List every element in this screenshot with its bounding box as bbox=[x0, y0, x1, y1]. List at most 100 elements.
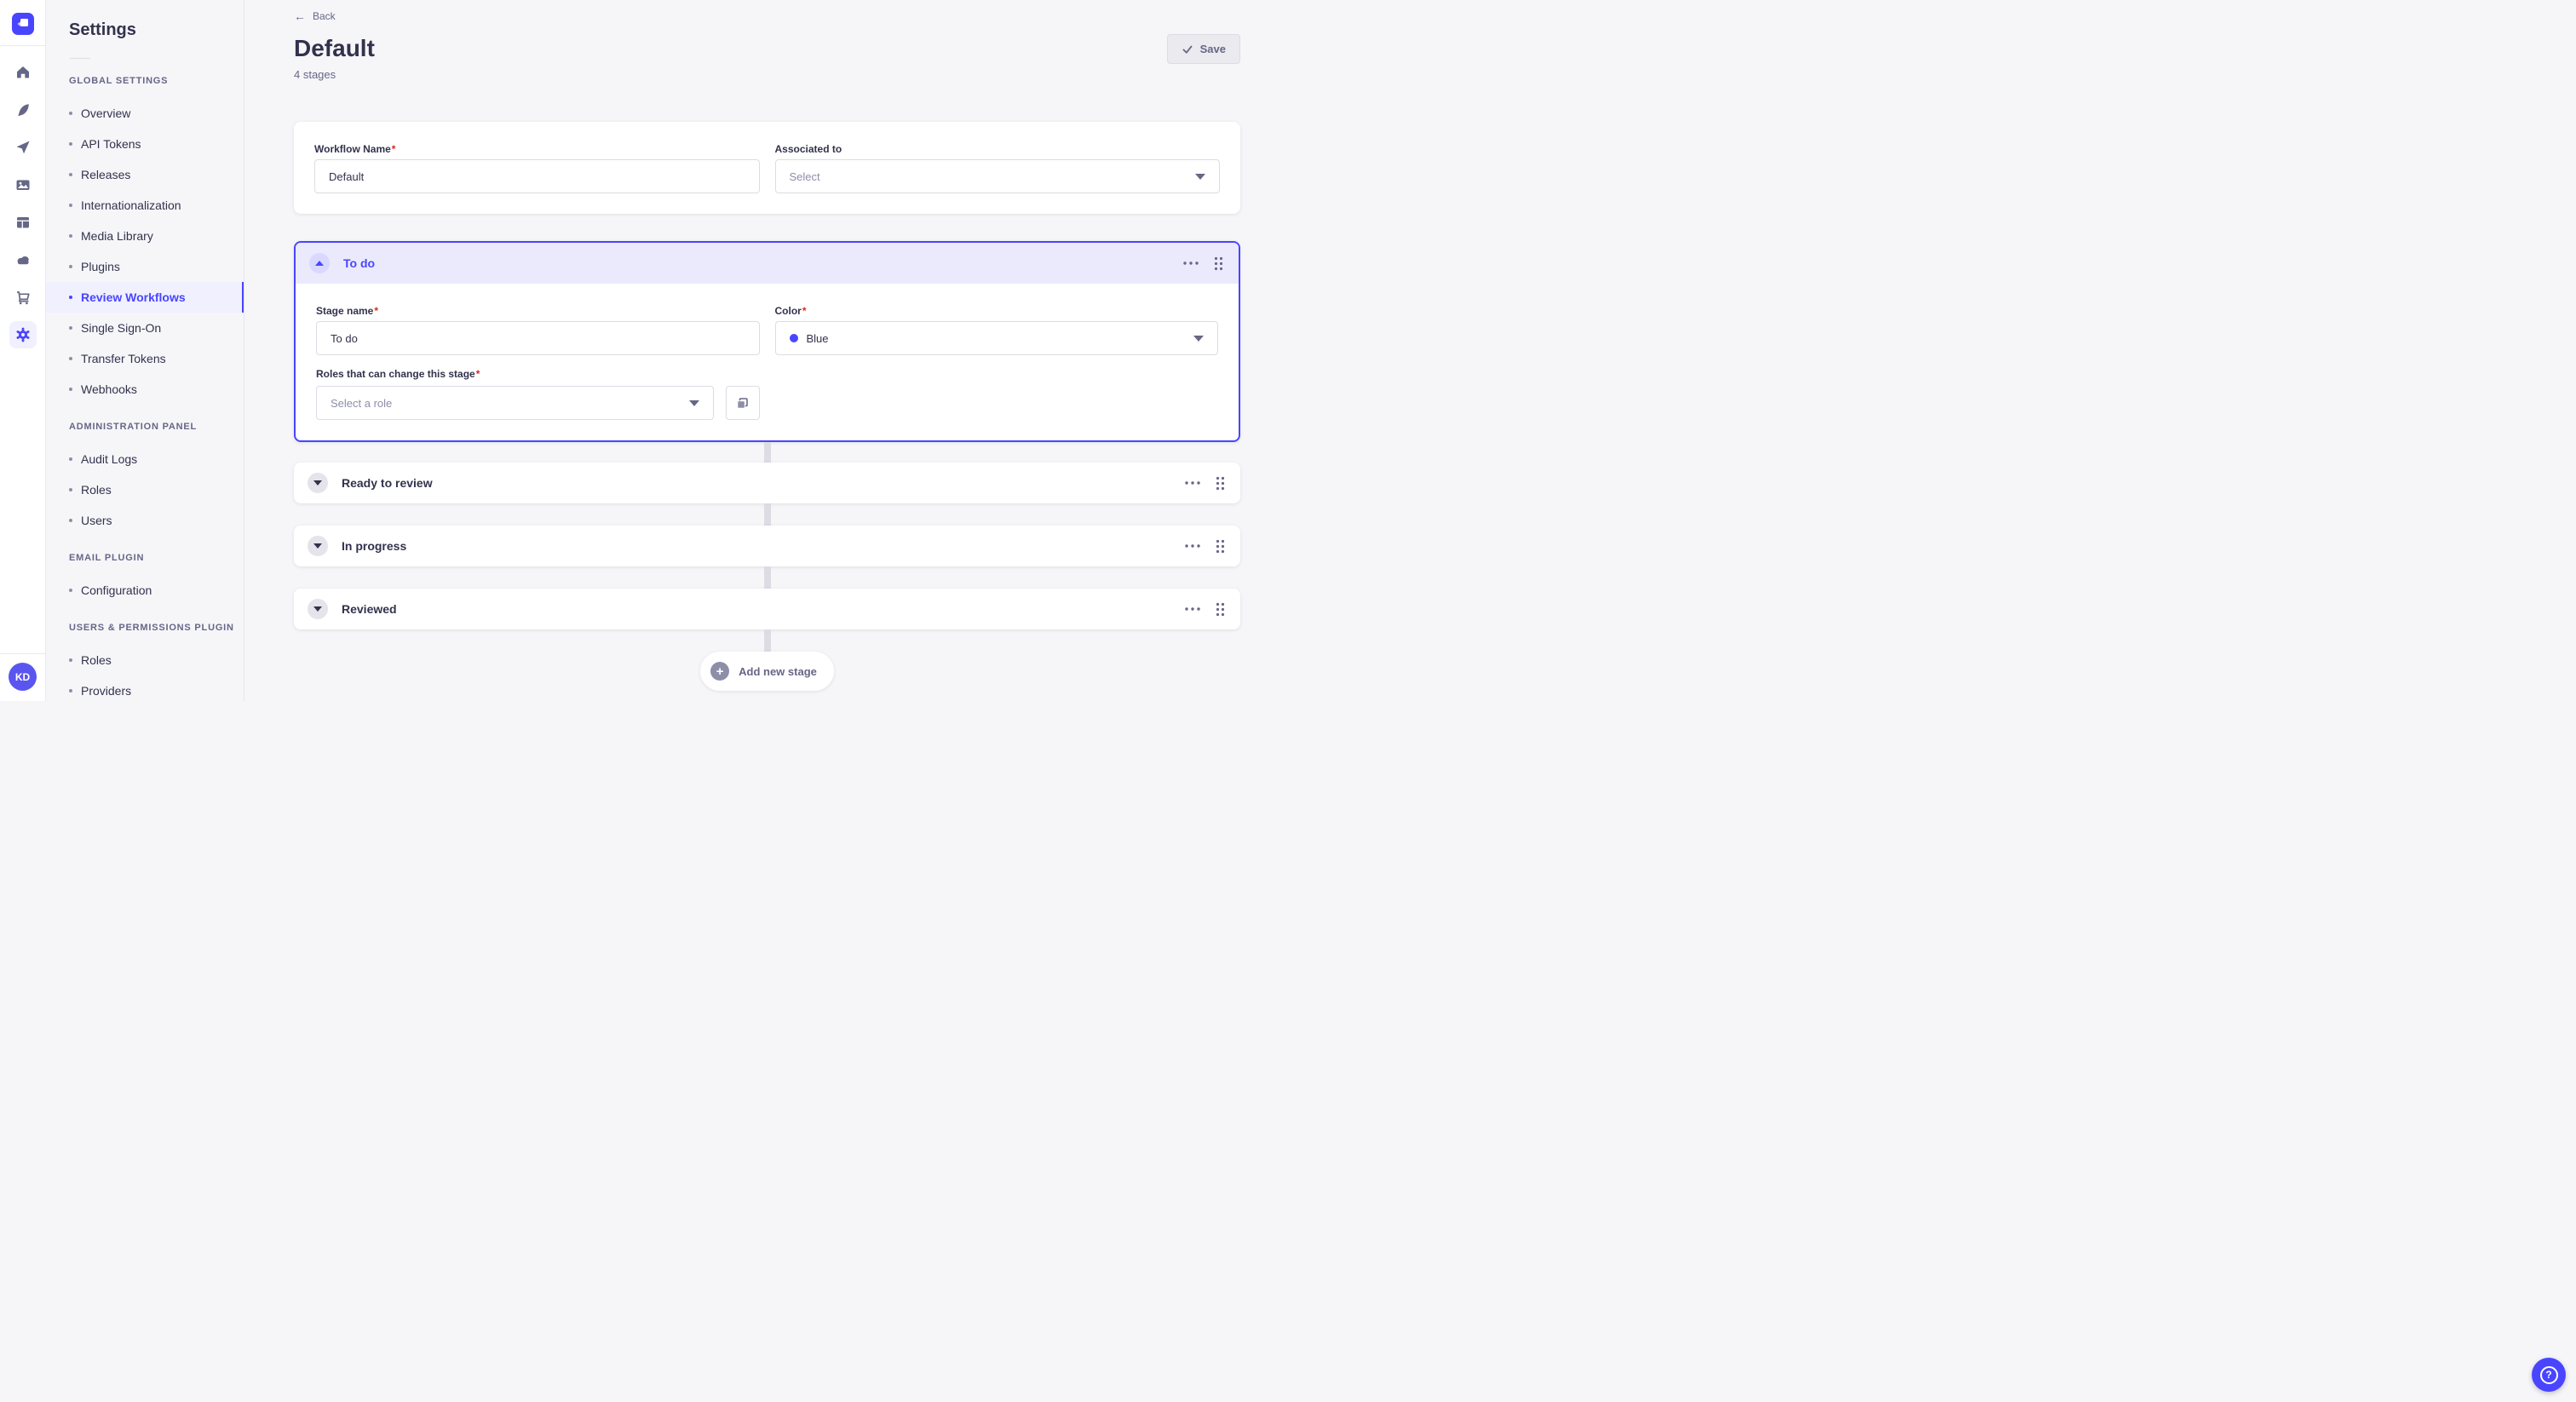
workflow-form-panel: Workflow Name* Default Associated to Sel… bbox=[294, 122, 1240, 214]
home-icon bbox=[16, 66, 29, 78]
stage-color-label: Color* bbox=[775, 304, 1219, 318]
stage-actions bbox=[1185, 476, 1225, 491]
layout-icon bbox=[16, 217, 29, 228]
section-label-administration-panel: ADMINISTRATION PANEL bbox=[69, 422, 198, 432]
stage-color-select[interactable]: Blue bbox=[774, 321, 1218, 355]
stage-header-to-do[interactable]: To do bbox=[296, 243, 1239, 284]
duplicate-icon bbox=[737, 397, 748, 409]
expand-button[interactable] bbox=[308, 599, 328, 619]
sidebar-item-overview[interactable]: Overview bbox=[46, 98, 244, 129]
save-label: Save bbox=[1199, 43, 1226, 55]
sidebar-item-label: Transfer Tokens bbox=[81, 352, 166, 365]
sidebar-item-plugins[interactable]: Plugins bbox=[46, 251, 244, 282]
workflow-name-label-text: Workflow Name bbox=[314, 143, 391, 155]
save-button[interactable]: Save bbox=[1166, 34, 1240, 64]
sidebar-title: Settings bbox=[69, 20, 136, 39]
bullet-icon bbox=[69, 112, 72, 115]
stage-card-ready-to-review[interactable]: Ready to review bbox=[294, 463, 1240, 503]
drag-dots-icon bbox=[1216, 602, 1225, 616]
ellipsis-icon bbox=[1183, 261, 1199, 265]
strapi-logo-glyph bbox=[17, 19, 28, 26]
stage-connector bbox=[763, 629, 771, 652]
stage-card-in-progress[interactable]: In progress bbox=[294, 526, 1240, 566]
strapi-logo-icon[interactable] bbox=[11, 13, 34, 35]
sidebar-item-label: API Tokens bbox=[81, 137, 141, 151]
back-label: Back bbox=[313, 10, 336, 22]
required-asterisk: * bbox=[802, 305, 807, 317]
associated-to-field: Associated to Select bbox=[774, 142, 1220, 193]
drag-handle[interactable] bbox=[1216, 602, 1225, 617]
rail-item-layout[interactable] bbox=[9, 209, 37, 236]
rail-item-deploy[interactable] bbox=[9, 134, 37, 161]
rail-item-settings[interactable] bbox=[9, 321, 37, 348]
sidebar-item-media-library[interactable]: Media Library bbox=[46, 221, 244, 251]
ellipsis-icon bbox=[1185, 544, 1200, 548]
expand-button[interactable] bbox=[308, 473, 328, 493]
sidebar-item-label: Webhooks bbox=[81, 382, 137, 396]
sidebar-item-api-tokens[interactable]: API Tokens bbox=[46, 129, 244, 159]
more-options-button[interactable] bbox=[1185, 481, 1200, 485]
associated-to-placeholder: Select bbox=[789, 170, 820, 183]
bullet-icon bbox=[69, 265, 72, 268]
more-options-button[interactable] bbox=[1185, 607, 1200, 611]
section-label-global-settings: GLOBAL SETTINGS bbox=[69, 76, 169, 86]
back-link[interactable]: ← Back bbox=[294, 9, 336, 24]
bullet-icon bbox=[69, 204, 72, 207]
sidebar-item-up-roles[interactable]: Roles bbox=[46, 645, 244, 675]
sidebar-item-up-providers[interactable]: Providers bbox=[46, 675, 244, 701]
stage-name-input[interactable]: To do bbox=[316, 321, 760, 355]
help-button[interactable]: ? bbox=[2532, 1358, 2566, 1392]
associated-to-select[interactable]: Select bbox=[774, 159, 1220, 193]
stage-actions bbox=[1185, 539, 1225, 554]
page-subtitle: 4 stages bbox=[294, 68, 336, 81]
feather-icon bbox=[17, 104, 29, 117]
sidebar-item-label: Users bbox=[81, 514, 112, 527]
more-options-button[interactable] bbox=[1183, 261, 1199, 265]
stage-connector bbox=[763, 503, 771, 526]
rail-item-cloud[interactable] bbox=[9, 246, 37, 273]
sidebar-item-audit-logs[interactable]: Audit Logs bbox=[46, 444, 244, 474]
stage-color-field: Color* Blue bbox=[774, 304, 1219, 355]
stage-actions bbox=[1183, 256, 1223, 271]
rail-item-content-type-builder[interactable] bbox=[9, 96, 37, 124]
sidebar-item-admin-roles[interactable]: Roles bbox=[46, 474, 244, 505]
drag-handle[interactable] bbox=[1216, 476, 1225, 491]
bullet-icon bbox=[69, 488, 72, 491]
more-options-button[interactable] bbox=[1185, 544, 1200, 548]
sidebar-item-internationalization[interactable]: Internationalization bbox=[46, 190, 244, 221]
required-asterisk: * bbox=[374, 305, 379, 317]
rail-item-marketplace[interactable] bbox=[9, 284, 37, 311]
stage-name-label-text: Stage name bbox=[316, 305, 374, 317]
sidebar-item-admin-users[interactable]: Users bbox=[46, 505, 244, 536]
apply-roles-to-all-stages-button[interactable] bbox=[725, 386, 760, 420]
page-header: Default 4 stages Save bbox=[294, 34, 1240, 82]
sidebar-item-releases[interactable]: Releases bbox=[46, 159, 244, 190]
workflow-name-input[interactable]: Default bbox=[314, 159, 760, 193]
rail-item-home[interactable] bbox=[9, 59, 37, 86]
sidebar-item-label: Single Sign-On bbox=[81, 321, 162, 335]
rail-item-media-library[interactable] bbox=[9, 171, 37, 198]
sidebar-item-label: Plugins bbox=[81, 260, 120, 273]
required-asterisk: * bbox=[475, 368, 480, 380]
sidebar-item-email-configuration[interactable]: Configuration bbox=[46, 575, 244, 606]
sidebar-list-users-permissions: Roles Providers bbox=[46, 645, 244, 701]
add-new-stage-button[interactable]: + Add new stage bbox=[700, 652, 834, 691]
collapse-button[interactable] bbox=[309, 253, 330, 273]
stage-title: Reviewed bbox=[342, 602, 397, 616]
drag-handle[interactable] bbox=[1216, 539, 1225, 554]
sidebar-item-webhooks[interactable]: Webhooks bbox=[46, 374, 244, 405]
expand-button[interactable] bbox=[308, 536, 328, 556]
section-label-email-plugin: EMAIL PLUGIN bbox=[69, 553, 145, 563]
sidebar-item-label: Internationalization bbox=[81, 198, 181, 212]
stage-connector bbox=[763, 566, 771, 589]
drag-handle[interactable] bbox=[1214, 256, 1223, 271]
stage-card-reviewed[interactable]: Reviewed bbox=[294, 589, 1240, 629]
stage-roles-select[interactable]: Select a role bbox=[316, 386, 714, 420]
sidebar-item-single-sign-on[interactable]: Single Sign-On bbox=[46, 313, 244, 343]
bullet-icon bbox=[69, 388, 72, 391]
sidebar-item-transfer-tokens[interactable]: Transfer Tokens bbox=[46, 343, 244, 374]
sidebar-item-review-workflows[interactable]: Review Workflows bbox=[46, 282, 244, 313]
bullet-icon bbox=[69, 589, 72, 592]
user-avatar[interactable]: KD bbox=[9, 663, 37, 691]
gear-icon bbox=[16, 327, 29, 342]
